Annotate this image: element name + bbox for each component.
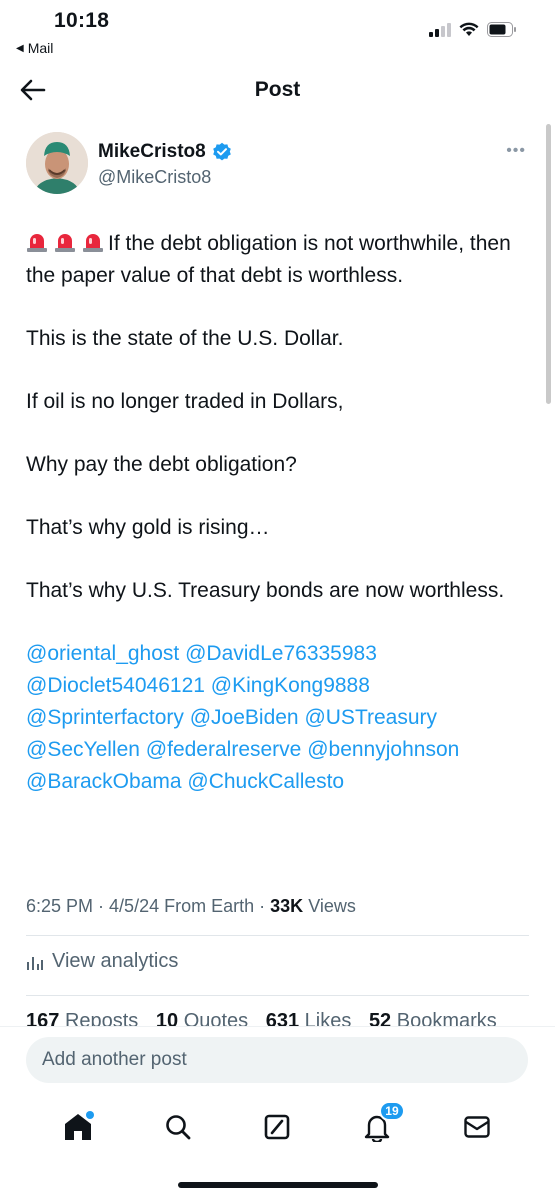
- mention-link[interactable]: @DavidLe76335983: [185, 642, 377, 665]
- analytics-bars-icon: [27, 956, 43, 970]
- post-paragraph-3: If oil is no longer traded in Dollars,: [26, 390, 344, 413]
- mention-link[interactable]: @SecYellen: [26, 738, 140, 761]
- mention-link[interactable]: @USTreasury: [304, 706, 437, 729]
- siren-emojis: [26, 231, 104, 253]
- grok-icon: [265, 1114, 290, 1140]
- siren-icon: [83, 234, 103, 252]
- mention-link[interactable]: @BarackObama: [26, 770, 182, 793]
- mention-link[interactable]: @ChuckCallesto: [187, 770, 344, 793]
- nav-messages[interactable]: [457, 1107, 497, 1147]
- wifi-icon: [459, 22, 479, 36]
- search-icon: [165, 1115, 191, 1140]
- siren-icon: [55, 234, 75, 252]
- reply-input[interactable]: [26, 1037, 528, 1083]
- mention-link[interactable]: @Sprinterfactory: [26, 706, 184, 729]
- divider: [26, 995, 529, 996]
- post-paragraph-2: This is the state of the U.S. Dollar.: [26, 327, 344, 350]
- post-body: If the debt obligation is not worthwhile…: [26, 228, 531, 798]
- views-label: Views: [308, 896, 356, 916]
- post-header: Post: [0, 62, 555, 118]
- avatar[interactable]: [26, 132, 88, 194]
- mail-icon: [464, 1116, 490, 1138]
- nav-home[interactable]: [58, 1107, 98, 1147]
- post-date: 4/5/24: [109, 896, 160, 916]
- back-triangle-icon: ◀: [16, 42, 24, 54]
- post-paragraph-4: Why pay the debt obligation?: [26, 453, 297, 476]
- mention-link[interactable]: @bennyjohnson: [307, 738, 459, 761]
- signal-icon: [429, 22, 451, 37]
- view-analytics-label: View analytics: [52, 950, 179, 972]
- mention-link[interactable]: @federalreserve: [146, 738, 302, 761]
- back-app-label: Mail: [27, 40, 54, 56]
- mention-link[interactable]: @Dioclet54046121: [26, 674, 205, 697]
- reply-bar: [0, 1026, 555, 1092]
- verified-badge-icon: [212, 142, 231, 161]
- bottom-nav: 19: [0, 1092, 555, 1162]
- post-location: From Earth: [164, 896, 255, 916]
- scrollbar[interactable]: [546, 124, 551, 404]
- status-bar: 10:18 ◀ Mail: [0, 0, 555, 62]
- post-paragraph-6: That’s why U.S. Treasury bonds are now w…: [26, 579, 505, 602]
- mention-link[interactable]: @KingKong9888: [211, 674, 370, 697]
- siren-icon: [27, 234, 47, 252]
- mention-link[interactable]: @oriental_ghost: [26, 642, 179, 665]
- nav-grok[interactable]: [257, 1107, 297, 1147]
- post-paragraph-5: That’s why gold is rising…: [26, 516, 270, 539]
- author-name: MikeCristo8: [98, 141, 206, 162]
- nav-notifications[interactable]: 19: [357, 1101, 405, 1147]
- author-name-row[interactable]: MikeCristo8: [98, 141, 232, 163]
- status-time: 10:18: [54, 9, 110, 32]
- mention-link[interactable]: @JoeBiden: [190, 706, 299, 729]
- post-time: 6:25 PM: [26, 896, 94, 916]
- divider: [26, 935, 529, 936]
- notifications-badge: 19: [379, 1101, 405, 1121]
- battery-icon: [487, 22, 516, 37]
- view-analytics-button[interactable]: View analytics: [26, 950, 178, 973]
- home-indicator[interactable]: [178, 1182, 378, 1188]
- nav-search[interactable]: [158, 1107, 198, 1147]
- back-to-mail-link[interactable]: ◀ Mail: [16, 40, 53, 56]
- post-meta: 6:25 PM · 4/5/24 From Earth · 33K Views: [26, 896, 356, 916]
- page-title: Post: [254, 78, 301, 101]
- home-new-dot: [85, 1111, 94, 1119]
- post-author: MikeCristo8 @MikeCristo8 •••: [26, 132, 526, 198]
- views-count: 33K: [270, 896, 304, 916]
- more-options-icon[interactable]: •••: [506, 142, 526, 160]
- system-icons: [429, 22, 517, 37]
- author-handle[interactable]: @MikeCristo8: [98, 167, 211, 188]
- mentions-block: @oriental_ghost @DavidLe76335983 @Diocle…: [26, 638, 531, 798]
- post-paragraph: If the debt obligation is not worthwhile…: [26, 228, 531, 292]
- avatar-image: [26, 132, 88, 194]
